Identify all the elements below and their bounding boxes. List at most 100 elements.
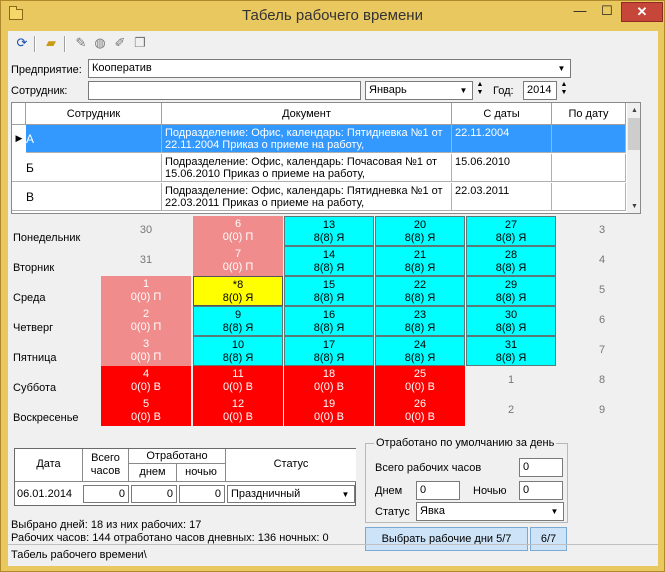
- calendar-day-cell[interactable]: 9: [557, 396, 647, 426]
- calendar-day-number: 5: [598, 284, 606, 296]
- day-hours-input[interactable]: 0: [131, 485, 177, 503]
- calendar-day-cell[interactable]: 27 8(8) Я: [466, 216, 556, 246]
- month-select[interactable]: Январь ▼: [365, 81, 473, 100]
- calendar-day-cell[interactable]: 1: [466, 366, 556, 396]
- default-day-input[interactable]: 0: [416, 481, 460, 500]
- employee-cell[interactable]: Б: [12, 154, 162, 182]
- vertical-scrollbar[interactable]: ▲ ▼: [627, 103, 640, 213]
- chevron-down-icon[interactable]: ▼: [547, 504, 562, 519]
- calendar-day-number: 31: [504, 339, 518, 351]
- calendar-day-number: 5: [142, 398, 150, 410]
- calendar-day-cell[interactable]: 18 0(0) В: [284, 366, 374, 396]
- from-date-cell[interactable]: 22.11.2004: [452, 125, 552, 153]
- calendar-day-cell[interactable]: 30: [101, 216, 191, 246]
- employee-input[interactable]: [88, 81, 361, 100]
- calendar-day-cell[interactable]: 2 0(0) П: [101, 306, 191, 336]
- from-date-cell[interactable]: 15.06.2010: [452, 154, 552, 182]
- calendar-day-cell[interactable]: 31: [101, 246, 191, 276]
- table-row[interactable]: ▶ А Подразделение: Офис, календарь: Пяти…: [12, 125, 626, 153]
- calendar-day-cell[interactable]: 4: [557, 246, 647, 276]
- calendar-day-cell[interactable]: 25 0(0) В: [375, 366, 465, 396]
- scroll-thumb[interactable]: [628, 118, 640, 150]
- to-date-cell[interactable]: [552, 154, 626, 182]
- calendar-day-cell[interactable]: 14 8(8) Я: [284, 246, 374, 276]
- calendar-day-cell[interactable]: 29 8(8) Я: [466, 276, 556, 306]
- calendar-day-cell[interactable]: 30 8(8) Я: [466, 306, 556, 336]
- toolbar-separator: [34, 36, 36, 52]
- calendar-day-cell[interactable]: 16 8(8) Я: [284, 306, 374, 336]
- calendar-day-cell[interactable]: 6 0(0) П: [193, 216, 283, 246]
- calendar-day-cell[interactable]: 24 8(8) Я: [375, 336, 465, 366]
- year-spinner[interactable]: ▲ ▼: [558, 81, 570, 100]
- refresh-icon[interactable]: ⟳: [14, 35, 30, 51]
- eraser-icon[interactable]: ✎: [73, 35, 89, 51]
- column-header-employee[interactable]: Сотрудник: [26, 103, 162, 125]
- default-status-select[interactable]: Явка ▼: [416, 502, 564, 521]
- calendar-day-cell[interactable]: 5 0(0) В: [101, 396, 191, 426]
- employee-cell[interactable]: А: [12, 125, 162, 153]
- month-spinner[interactable]: ▲ ▼: [474, 81, 486, 100]
- total-hours-input[interactable]: 0: [83, 485, 129, 503]
- employee-cell[interactable]: В: [12, 183, 162, 211]
- default-night-input[interactable]: 0: [519, 481, 563, 500]
- to-date-cell[interactable]: [552, 183, 626, 211]
- table-row[interactable]: Б Подразделение: Офис, календарь: Почасо…: [12, 154, 626, 182]
- calendar-day-cell[interactable]: 3: [557, 216, 647, 246]
- open-folder-icon[interactable]: ▰: [43, 35, 59, 51]
- night-hours-input[interactable]: 0: [179, 485, 225, 503]
- calendar-day-cell[interactable]: 5: [557, 276, 647, 306]
- default-total-input[interactable]: 0: [519, 458, 563, 477]
- enterprise-select[interactable]: Кооператив ▼: [88, 59, 571, 78]
- maximize-button[interactable]: ☐: [594, 2, 620, 22]
- calendar-day-cell[interactable]: 31 8(8) Я: [466, 336, 556, 366]
- document-cell[interactable]: Подразделение: Офис, календарь: Пятиднев…: [162, 183, 452, 211]
- chevron-down-icon[interactable]: ▼: [554, 61, 569, 76]
- calendar-day-cell[interactable]: 7: [557, 336, 647, 366]
- calendar-day-cell[interactable]: 17 8(8) Я: [284, 336, 374, 366]
- calendar-day-cell[interactable]: 3 0(0) П: [101, 336, 191, 366]
- calendar-day-cell[interactable]: 2: [466, 396, 556, 426]
- to-date-cell[interactable]: [552, 125, 626, 153]
- calendar-day-cell[interactable]: 15 8(8) Я: [284, 276, 374, 306]
- edit-icon[interactable]: ✐: [112, 35, 128, 51]
- minimize-button[interactable]: —: [567, 2, 593, 22]
- clear-icon[interactable]: ◍: [92, 35, 108, 51]
- calendar-day-cell[interactable]: 12 0(0) В: [193, 396, 283, 426]
- calendar-day-cell[interactable]: 19 0(0) В: [284, 396, 374, 426]
- calendar-day-cell[interactable]: 11 0(0) В: [193, 366, 283, 396]
- document-cell[interactable]: Подразделение: Офис, календарь: Пятиднев…: [162, 125, 452, 153]
- calendar-day-cell[interactable]: 7 0(0) П: [193, 246, 283, 276]
- table-row[interactable]: В Подразделение: Офис, календарь: Пятидн…: [12, 183, 626, 211]
- calendar-day-cell[interactable]: 1 0(0) П: [101, 276, 191, 306]
- chevron-down-icon[interactable]: ▼: [456, 83, 471, 98]
- default-hours-group: Отработано по умолчанию за день Всего ра…: [365, 437, 568, 523]
- scroll-up-icon[interactable]: ▲: [627, 103, 640, 118]
- calendar-day-cell[interactable]: 8: [557, 366, 647, 396]
- calendar-day-cell[interactable]: 9 8(8) Я: [193, 306, 283, 336]
- chevron-down-icon[interactable]: ▼: [338, 487, 353, 502]
- calendar-day-cell[interactable]: 22 8(8) Я: [375, 276, 465, 306]
- calendar-day-hours: 8(8) Я: [313, 262, 345, 274]
- day-status-select[interactable]: Праздничный ▼: [227, 485, 355, 503]
- copy-icon[interactable]: ❐: [132, 35, 148, 51]
- calendar-day-cell[interactable]: 20 8(8) Я: [375, 216, 465, 246]
- calendar-day-cell[interactable]: 10 8(8) Я: [193, 336, 283, 366]
- calendar-day-cell[interactable]: *8 8(0) Я: [193, 276, 283, 306]
- column-header-to-date[interactable]: По дату: [552, 103, 626, 125]
- calendar-day-cell[interactable]: 23 8(8) Я: [375, 306, 465, 336]
- scroll-down-icon[interactable]: ▼: [627, 199, 640, 213]
- calendar-day-cell[interactable]: 6: [557, 306, 647, 336]
- column-header-document[interactable]: Документ: [162, 103, 452, 125]
- column-header-from-date[interactable]: С даты: [452, 103, 552, 125]
- year-input[interactable]: 2014: [523, 81, 557, 100]
- calendar-day-cell[interactable]: 4 0(0) В: [101, 366, 191, 396]
- close-button[interactable]: ✕: [621, 2, 663, 22]
- from-date-cell[interactable]: 22.03.2011: [452, 183, 552, 211]
- calendar-day-cell[interactable]: 13 8(8) Я: [284, 216, 374, 246]
- calendar-day-cell[interactable]: 26 0(0) В: [375, 396, 465, 426]
- document-cell[interactable]: Подразделение: Офис, календарь: Почасова…: [162, 154, 452, 182]
- title-bar[interactable]: Табель рабочего времени — ☐ ✕: [1, 1, 664, 31]
- calendar-day-cell[interactable]: 28 8(8) Я: [466, 246, 556, 276]
- calendar-day-cell[interactable]: 21 8(8) Я: [375, 246, 465, 276]
- employee-label: Сотрудник:: [11, 85, 68, 97]
